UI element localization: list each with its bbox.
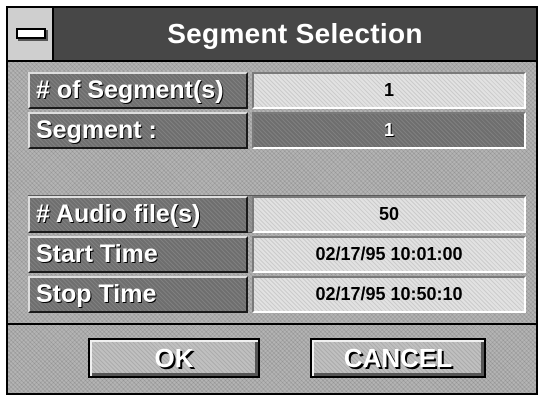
cancel-button[interactable]: CANCEL bbox=[310, 338, 486, 378]
start-time-row: Start Time 02/17/95 10:01:00 bbox=[28, 236, 526, 273]
button-area-divider bbox=[8, 323, 536, 325]
title-bar: Segment Selection bbox=[8, 8, 536, 62]
stop-time-label: Stop Time bbox=[28, 276, 248, 313]
segment-row: Segment : 1 bbox=[28, 112, 526, 149]
system-menu-icon[interactable] bbox=[8, 8, 54, 60]
stop-time-value: 02/17/95 10:50:10 bbox=[252, 276, 526, 313]
segment-label: Segment : bbox=[28, 112, 248, 149]
num-audio-files-value: 50 bbox=[252, 196, 526, 233]
num-segments-label: # of Segment(s) bbox=[28, 72, 248, 109]
num-audio-files-label: # Audio file(s) bbox=[28, 196, 248, 233]
num-segments-row: # of Segment(s) 1 bbox=[28, 72, 526, 109]
ok-button[interactable]: OK bbox=[88, 338, 260, 378]
start-time-label: Start Time bbox=[28, 236, 248, 273]
segment-value-field[interactable]: 1 bbox=[252, 112, 526, 149]
num-audio-files-row: # Audio file(s) 50 bbox=[28, 196, 526, 233]
num-segments-value: 1 bbox=[252, 72, 526, 109]
start-time-value: 02/17/95 10:01:00 bbox=[252, 236, 526, 273]
dialog-title: Segment Selection bbox=[167, 18, 423, 49]
stop-time-row: Stop Time 02/17/95 10:50:10 bbox=[28, 276, 526, 313]
segment-selection-dialog: Segment Selection # of Segment(s) 1 Segm… bbox=[6, 6, 538, 395]
system-menu-bar-glyph bbox=[16, 28, 46, 39]
